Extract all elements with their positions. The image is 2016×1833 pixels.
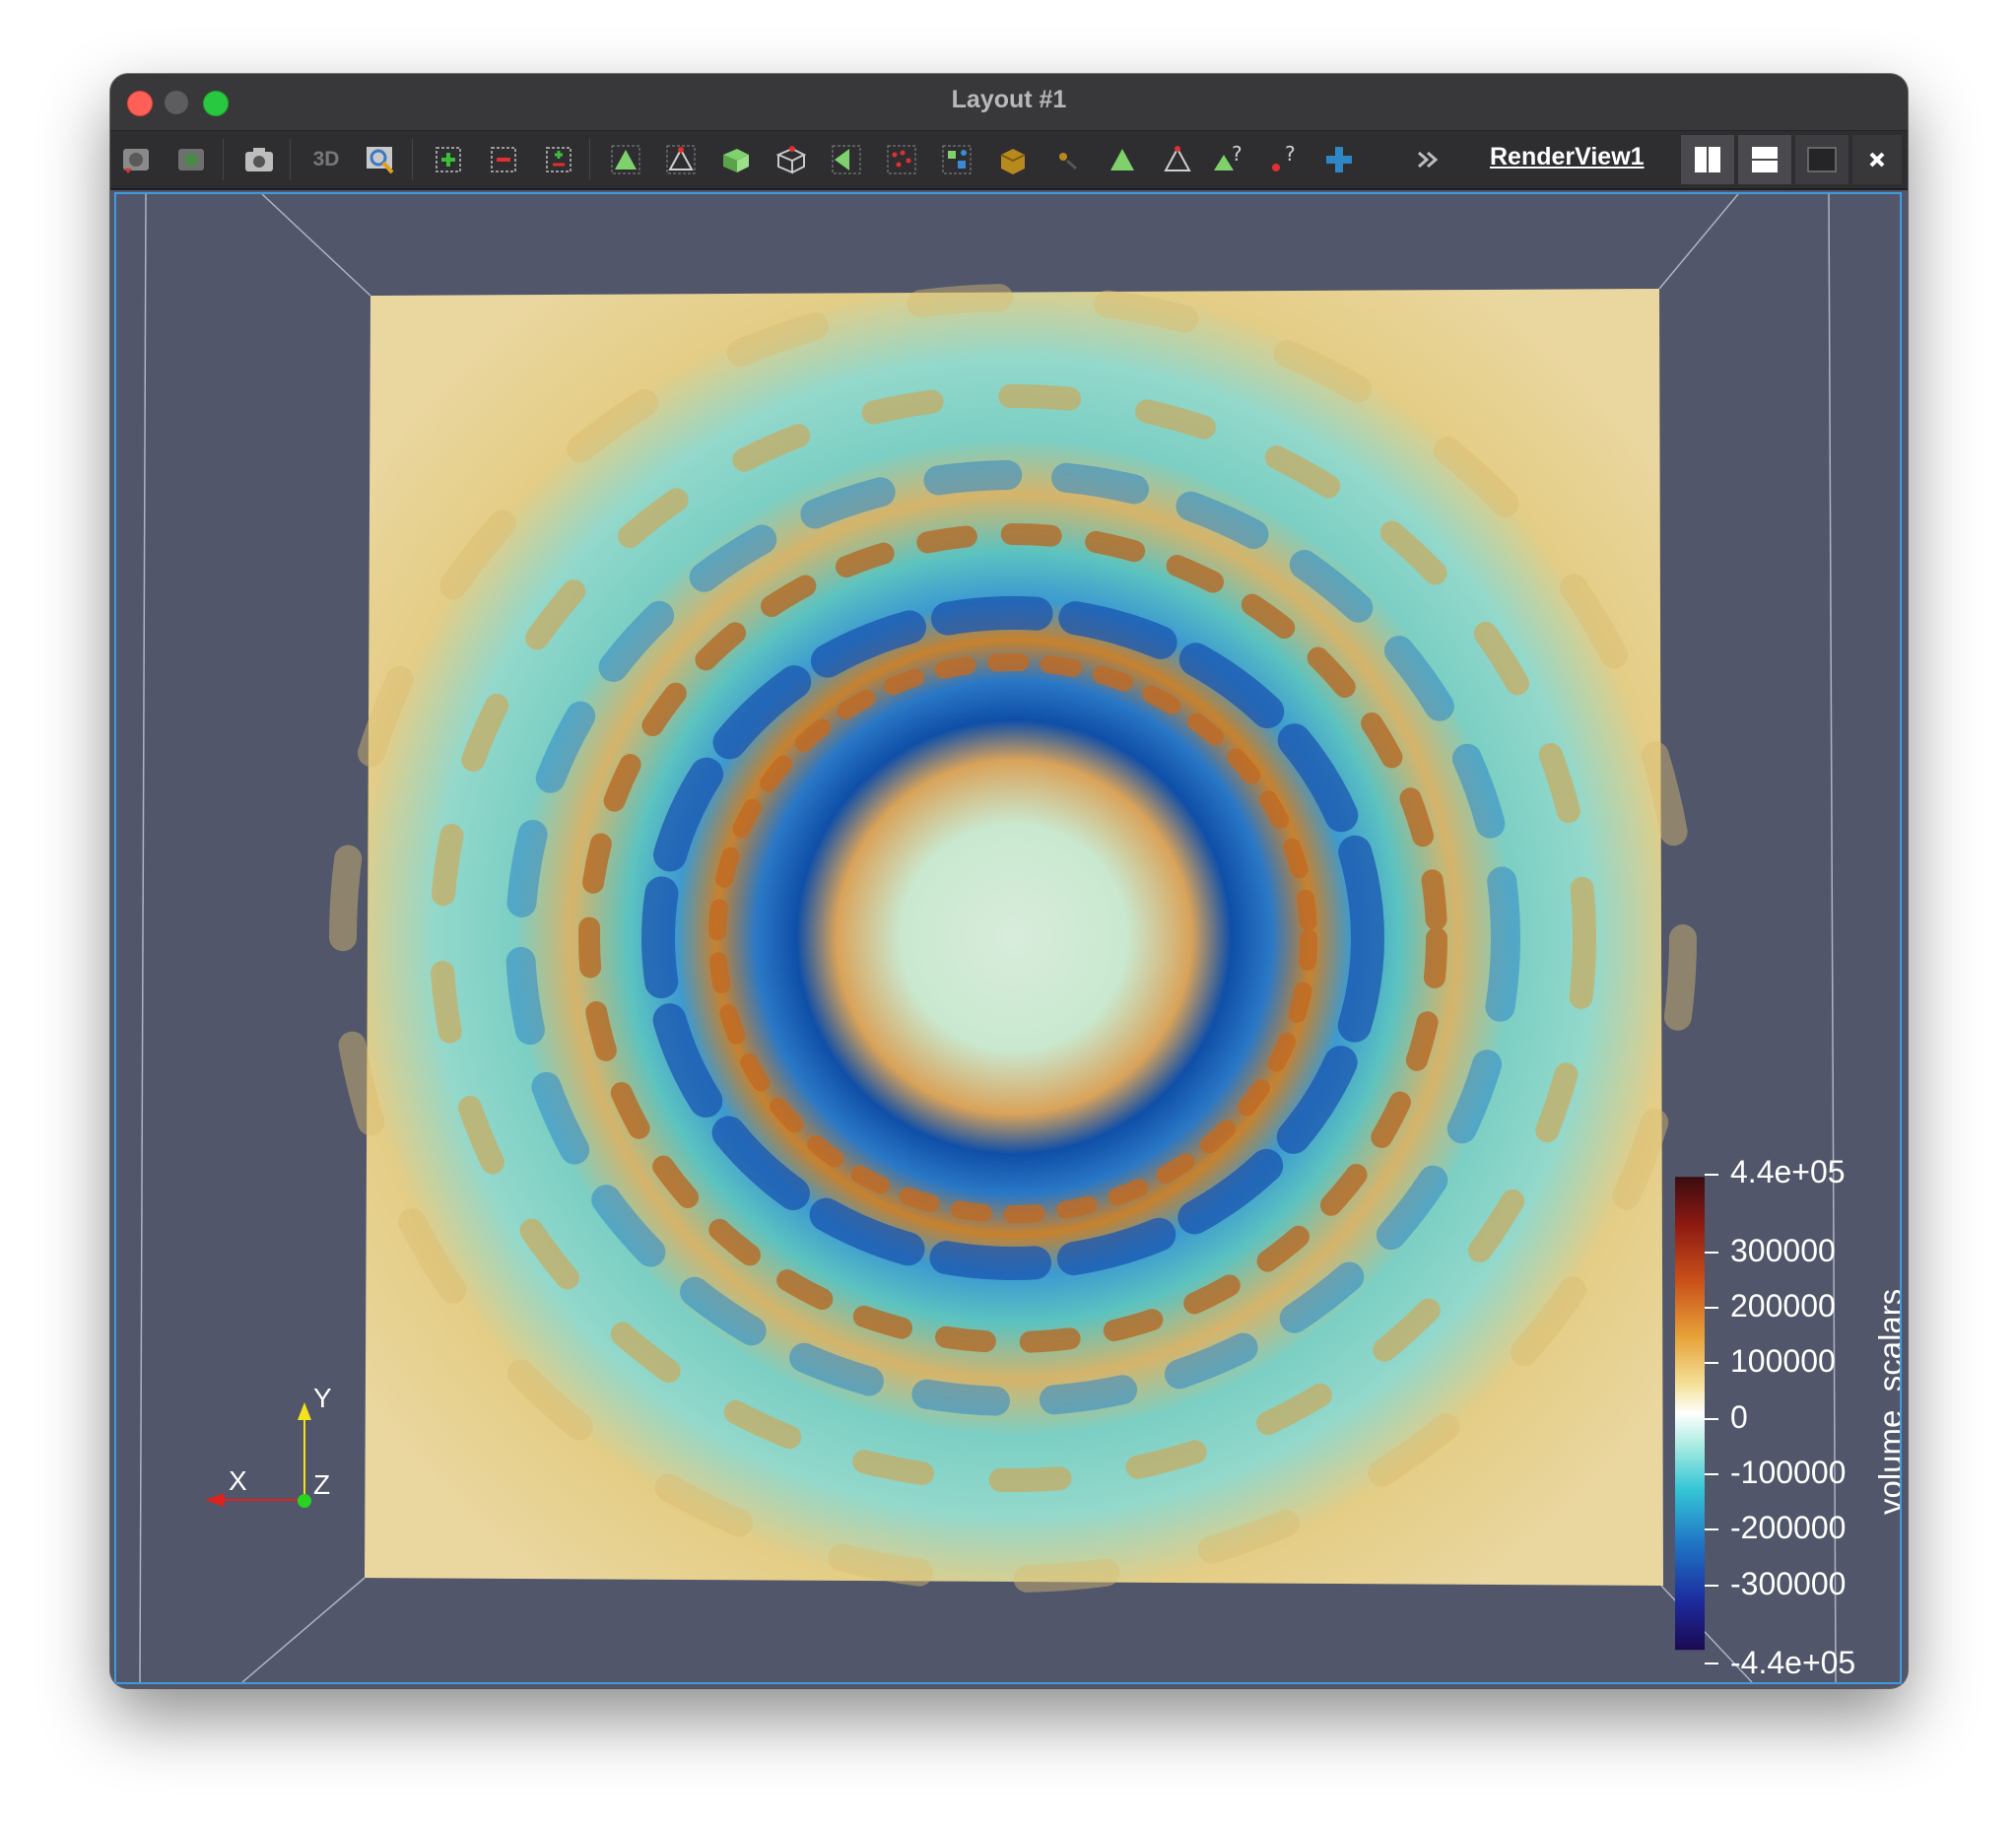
x-axis-arrow (205, 1493, 225, 1507)
volume-slab (329, 284, 1697, 1593)
select-frustum-cells-icon[interactable] (717, 141, 755, 178)
select-frustum-points-icon[interactable] (773, 141, 810, 178)
split-vertical-button[interactable] (1738, 135, 1791, 184)
color-bar-ticks (1705, 1174, 1718, 1664)
reset-camera-icon[interactable] (118, 141, 156, 178)
3d-toggle[interactable]: 3D (307, 141, 345, 178)
y-axis-label: Y (313, 1383, 332, 1413)
render-view[interactable]: 4.4e+05 300000 200000 100000 0 -100000 -… (114, 192, 1902, 1684)
color-bar-tick-label: 300000 (1730, 1233, 1836, 1268)
capture-screenshot-icon[interactable] (240, 141, 278, 178)
select-polygon-icon[interactable] (828, 141, 865, 178)
color-bar-tick-label: 0 (1730, 1399, 1748, 1435)
color-bar-tick-label: -100000 (1730, 1455, 1847, 1490)
more-icon[interactable] (1411, 141, 1448, 178)
interactive-select-points-icon[interactable] (1048, 141, 1086, 178)
color-bar-tick-label: -300000 (1730, 1566, 1847, 1601)
clear-selection-icon[interactable]: ? (1265, 141, 1303, 178)
reset-camera-closest-icon[interactable] (173, 141, 211, 178)
title-bar: Layout #1 (110, 74, 1908, 131)
y-axis-arrow (298, 1402, 311, 1420)
render-view-toolbar: 3D ? ? RenderView1 (110, 131, 1908, 190)
color-bar-tick-label: 200000 (1730, 1288, 1836, 1324)
maximize-icon (1807, 147, 1837, 172)
hover-cells-icon[interactable] (1159, 141, 1196, 178)
3d-toggle-label: 3D (312, 148, 340, 170)
close-view-button[interactable] (1852, 135, 1902, 184)
view-name-label[interactable]: RenderView1 (1490, 143, 1645, 171)
split-vertical-icon (1752, 147, 1778, 172)
color-bar (1675, 1177, 1705, 1651)
svg-text:?: ? (1285, 143, 1296, 166)
color-bar-tick-label: -200000 (1730, 1510, 1847, 1545)
zoom-out-icon[interactable] (485, 141, 522, 178)
hover-points-icon[interactable] (1104, 141, 1141, 178)
paraview-window: Layout #1 3D ? ? RenderView1 4.4e+05 300… (110, 74, 1908, 1688)
grow-selection-icon[interactable]: ? (1210, 141, 1247, 178)
add-camera-link-icon[interactable] (1320, 141, 1358, 178)
orientation-axes (205, 1402, 311, 1508)
close-icon (1869, 152, 1885, 168)
color-bar-tick-label: 100000 (1730, 1343, 1836, 1379)
select-block-icon[interactable] (938, 141, 975, 178)
select-surface-points-icon[interactable] (662, 141, 700, 178)
z-axis-dot (298, 1494, 311, 1508)
interactive-select-cells-icon[interactable] (993, 141, 1031, 178)
volume-rendering (139, 194, 1837, 1682)
split-horizontal-button[interactable] (1681, 135, 1734, 184)
zoom-to-box-icon[interactable] (540, 141, 577, 178)
select-surface-cells-icon[interactable] (607, 141, 644, 178)
zoom-to-data-icon[interactable] (363, 141, 400, 178)
svg-text:?: ? (1232, 143, 1243, 166)
zoom-in-icon[interactable] (430, 141, 467, 178)
color-bar-max-label: 4.4e+05 (1730, 1154, 1846, 1189)
z-axis-label: Z (313, 1469, 331, 1500)
maximize-view-button[interactable] (1795, 135, 1848, 184)
x-axis-label: X (229, 1465, 247, 1496)
select-points-icon[interactable] (883, 141, 920, 178)
window-title: Layout #1 (951, 86, 1067, 113)
split-horizontal-icon (1695, 147, 1720, 172)
color-bar-min-label: -4.4e+05 (1730, 1645, 1856, 1680)
color-bar-title: volume_scalars (1872, 1288, 1902, 1515)
